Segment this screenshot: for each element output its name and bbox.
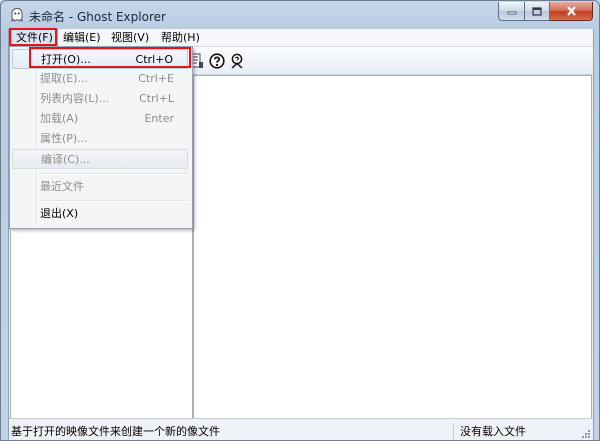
menu-item-extract[interactable]: 提取(E)... Ctrl+E xyxy=(12,69,188,89)
ghost-app-icon xyxy=(11,7,23,23)
menu-item-recent-files[interactable]: 最近文件 xyxy=(12,177,188,197)
menu-file[interactable]: 文件(F) xyxy=(11,29,58,46)
menu-separator xyxy=(40,173,188,175)
maximize-button[interactable] xyxy=(525,2,550,21)
minimize-icon xyxy=(507,11,516,15)
menu-edit[interactable]: 编辑(E) xyxy=(59,30,105,45)
status-bar: 基于打开的映像文件来创建一个新的像文件 没有载入文件 xyxy=(9,418,593,440)
menu-item-extract-label: 提取(E)... xyxy=(40,72,89,85)
minimize-button[interactable] xyxy=(498,2,525,21)
menu-item-compile[interactable]: 编译(C)... xyxy=(12,149,188,169)
app-window: 未命名 - Ghost Explorer 文件(F) 编辑(E) 视图(V) 帮… xyxy=(0,0,600,441)
menu-item-properties[interactable]: 属性(P)... xyxy=(12,129,188,149)
maximize-icon xyxy=(532,6,542,16)
resize-grip-icon[interactable] xyxy=(581,429,591,439)
menu-item-load[interactable]: 加载(A) Enter xyxy=(12,109,188,129)
menu-item-exit-label: 退出(X) xyxy=(40,207,79,220)
menu-item-open[interactable]: 打开(O)... Ctrl+O xyxy=(12,49,188,69)
close-icon xyxy=(566,6,576,16)
status-state: 没有载入文件 xyxy=(453,423,526,439)
help-icon[interactable] xyxy=(209,53,225,69)
file-list-pane[interactable] xyxy=(193,75,592,419)
menu-item-list-contents-shortcut: Ctrl+L xyxy=(139,92,174,105)
context-help-icon[interactable] xyxy=(229,53,245,69)
caption-buttons xyxy=(498,2,593,21)
menu-separator xyxy=(40,200,188,202)
status-hint: 基于打开的映像文件来创建一个新的像文件 xyxy=(11,425,220,438)
menu-item-list-contents[interactable]: 列表内容(L)... Ctrl+L xyxy=(12,89,188,109)
menu-item-exit[interactable]: 退出(X) xyxy=(12,204,188,224)
title-bar[interactable]: 未命名 - Ghost Explorer xyxy=(1,1,599,29)
menu-help[interactable]: 帮助(H) xyxy=(157,30,204,45)
menu-item-properties-label: 属性(P)... xyxy=(40,132,88,145)
menu-item-load-shortcut: Enter xyxy=(144,112,174,125)
menu-view[interactable]: 视图(V) xyxy=(107,30,153,45)
menu-item-list-contents-label: 列表内容(L)... xyxy=(40,92,110,105)
window-title: 未命名 - Ghost Explorer xyxy=(29,10,166,24)
menu-item-load-label: 加载(A) xyxy=(40,112,79,125)
menu-item-compile-label: 编译(C)... xyxy=(41,153,90,166)
menu-item-open-label: 打开(O)... xyxy=(41,53,91,66)
menu-bar: 文件(F) 编辑(E) 视图(V) 帮助(H) xyxy=(9,29,593,47)
close-button[interactable] xyxy=(550,2,593,21)
menu-item-recent-files-label: 最近文件 xyxy=(40,180,84,193)
menu-item-open-shortcut: Ctrl+O xyxy=(135,53,173,66)
menu-item-extract-shortcut: Ctrl+E xyxy=(138,72,174,85)
file-menu-dropdown: 打开(O)... Ctrl+O 提取(E)... Ctrl+E 列表内容(L).… xyxy=(9,46,193,229)
